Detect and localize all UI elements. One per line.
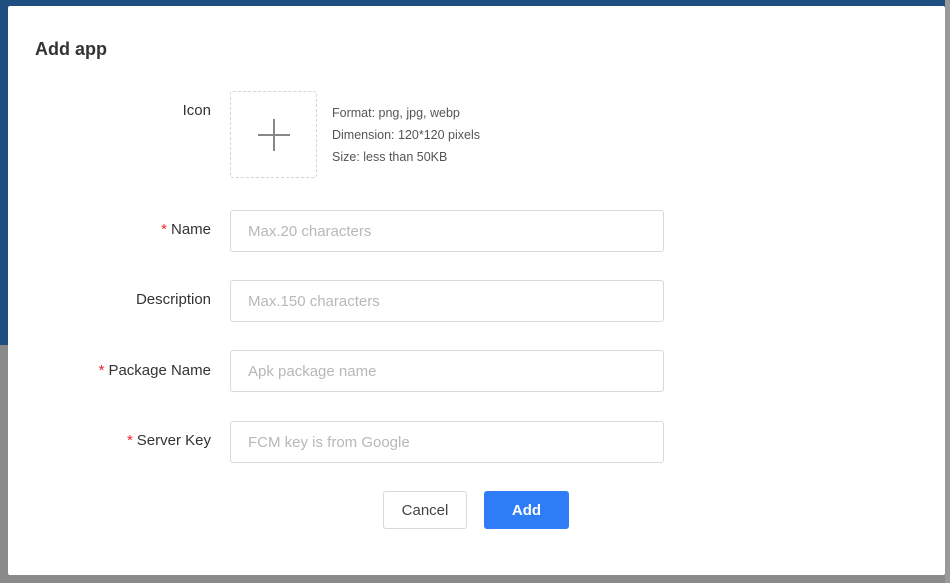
name-input[interactable] [230,210,664,252]
description-label: Description [136,291,211,308]
plus-icon [258,119,290,151]
icon-dimension-hint: Dimension: 120*120 pixels [332,128,481,142]
icon-label: Icon [183,102,211,119]
required-mark: * [126,432,133,449]
icon-label-text: Icon [182,102,211,119]
background-page-edge [945,0,950,583]
dialog-title: Add app [35,39,107,59]
add-app-dialog: Add app Icon Format: png, jpg, webp Dime… [8,6,945,575]
icon-upload-button[interactable] [230,91,317,178]
icon-size-hint: Size: less than 50KB [332,150,448,164]
add-button[interactable]: Add [484,491,569,529]
name-label: * Name [161,221,211,238]
server-key-label-text: Server Key [136,432,211,449]
package-name-label: * Package Name [99,362,211,379]
description-label-text: Description [135,291,211,308]
description-input[interactable] [230,280,664,322]
name-label-text: Name [170,221,211,238]
server-key-label: * Server Key [127,432,211,449]
required-mark: * [161,221,167,238]
server-key-input[interactable] [230,421,664,463]
package-name-input[interactable] [230,350,664,392]
required-mark: * [98,362,105,379]
icon-format-hint: Format: png, jpg, webp [332,106,460,120]
package-name-label-text: Package Name [108,362,211,379]
cancel-button[interactable]: Cancel [383,491,467,529]
